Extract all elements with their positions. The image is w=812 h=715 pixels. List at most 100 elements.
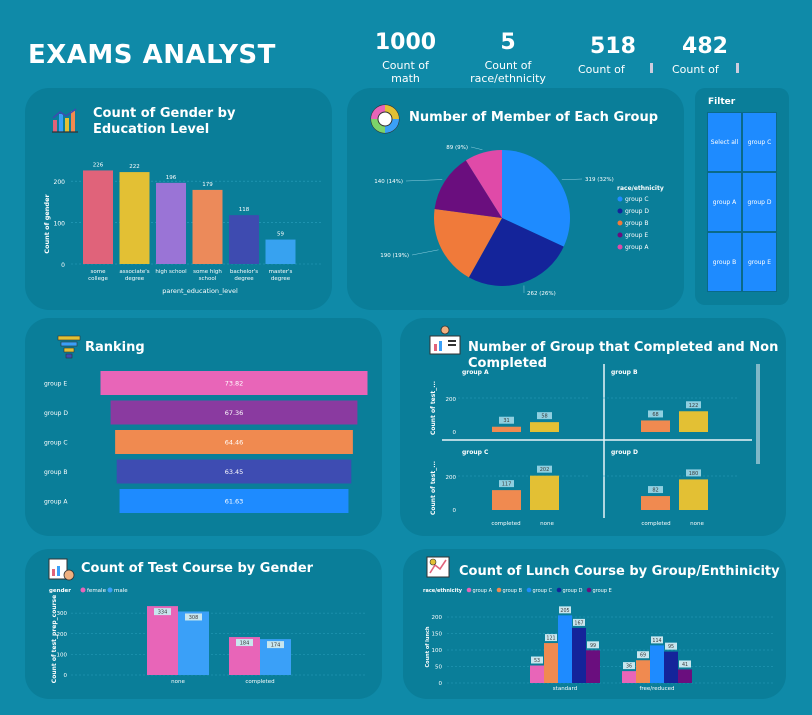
y-tick-label: 100 xyxy=(57,652,68,658)
y-axis-title: Count of gender xyxy=(43,194,51,254)
legend-marker xyxy=(526,587,532,593)
bar xyxy=(586,650,600,683)
slice-label: 140 (14%) xyxy=(374,179,403,185)
y-tick-label: 0 xyxy=(453,430,457,436)
slice-label: 89 (9%) xyxy=(446,145,468,151)
legend-title: race/ethnicity xyxy=(423,588,463,594)
data-label: 64.46 xyxy=(225,439,244,447)
slice-label: 190 (19%) xyxy=(380,253,409,259)
kpi-truncation-marker xyxy=(736,63,739,73)
bar xyxy=(178,611,209,675)
category-label: group B xyxy=(44,469,67,476)
category-label: group E xyxy=(44,381,67,388)
leader-line xyxy=(561,178,583,181)
x-tick-label: associate's degree xyxy=(119,269,149,282)
y-tick-label: 150 xyxy=(432,632,443,638)
category-label: group A xyxy=(44,499,68,506)
completed-small-multiples-chart: group A 200 0 31 58 group B 68 122 group C 200 0 11… xyxy=(430,364,760,527)
category-label: group C xyxy=(44,440,68,447)
dashboard-title: EXAMS ANALYST xyxy=(28,40,276,70)
data-label: 114 xyxy=(652,638,661,644)
y-tick-label: 0 xyxy=(453,508,457,514)
leader-line xyxy=(405,179,443,182)
gender-education-chart: 0 100 200 Count of gender 226 some college 222 a… xyxy=(43,162,321,295)
kpi-value: 5 xyxy=(500,30,516,55)
lunch-course-chart: race/ethnicity group A group B group C group… xyxy=(423,587,775,692)
data-label: 68 xyxy=(652,412,658,418)
bar xyxy=(650,645,664,683)
x-axis-title: parent_education_level xyxy=(162,287,238,295)
filter-group-c-button[interactable]: group C xyxy=(742,112,777,172)
legend-label: group D xyxy=(563,588,583,594)
legend-marker xyxy=(496,587,502,593)
kpi-truncation-marker xyxy=(650,63,653,73)
legend-label: group A xyxy=(473,588,493,594)
filter-panel: Filter Select all group C group A group … xyxy=(695,88,789,305)
legend-title: gender xyxy=(49,588,71,594)
y-tick-label: 0 xyxy=(61,262,65,269)
data-label: 31 xyxy=(503,418,509,424)
kpi-count-race: 5 Count of race/ethnicity xyxy=(452,30,564,85)
panel-title: Number of Member of Each Group xyxy=(409,110,659,125)
data-label: 73.82 xyxy=(225,380,244,388)
legend-label: male xyxy=(114,588,128,594)
data-label: 41 xyxy=(682,662,688,668)
data-label: 59 xyxy=(277,232,284,238)
y-axis-title: Count of test_prep_course xyxy=(51,595,58,683)
facet-label: group A xyxy=(462,369,489,376)
legend-marker xyxy=(107,587,113,593)
bar xyxy=(679,479,708,510)
data-label: 118 xyxy=(239,207,250,213)
data-label: 69 xyxy=(640,653,646,659)
y-axis-title: Count of test_... xyxy=(430,381,437,435)
panel-gender-education: Count of Gender by Education Level 0 100 2… xyxy=(25,88,332,310)
bar xyxy=(83,170,113,264)
facet-label: group D xyxy=(611,449,638,456)
x-tick-label: some high school xyxy=(193,269,222,282)
kpi-count-math: 1000 Count of math xyxy=(368,30,443,85)
y-tick-label: 200 xyxy=(57,632,68,638)
bar xyxy=(544,643,558,683)
y-tick-label: 200 xyxy=(446,475,457,481)
y-tick-label: 50 xyxy=(435,665,442,671)
data-label: 99 xyxy=(590,643,596,649)
filter-group-d-button[interactable]: group D xyxy=(742,172,777,232)
panel-group-members: Number of Member of Each Group 319 (32%)… xyxy=(347,88,684,310)
bar xyxy=(156,182,186,264)
data-label: 308 xyxy=(189,615,199,621)
facet-label: group B xyxy=(611,369,638,376)
bar xyxy=(664,651,678,683)
bar xyxy=(530,665,544,683)
y-tick-label: 200 xyxy=(54,179,66,186)
data-label: 202 xyxy=(540,467,550,473)
x-tick-label: completed xyxy=(491,521,520,527)
filter-group-a-button[interactable]: group A xyxy=(707,172,742,232)
legend-label: group A xyxy=(625,244,649,251)
kpi-label: Count of xyxy=(672,63,719,76)
legend-marker xyxy=(586,587,592,593)
category-label: group D xyxy=(44,410,68,417)
data-label: 63.45 xyxy=(225,468,244,476)
data-label: 117 xyxy=(502,482,512,488)
data-label: 61.63 xyxy=(225,498,244,506)
x-tick-label: bachelor's degree xyxy=(230,269,258,282)
legend-marker xyxy=(80,587,86,593)
bar xyxy=(265,239,296,264)
kpi-value: 1000 xyxy=(374,30,437,55)
legend-marker xyxy=(466,587,472,593)
legend-label: group B xyxy=(625,220,648,227)
bar xyxy=(192,189,223,264)
data-label: 226 xyxy=(93,162,104,168)
y-tick-label: 100 xyxy=(432,648,443,654)
data-label: 179 xyxy=(202,182,213,188)
legend-label: female xyxy=(87,588,107,594)
y-tick-label: 0 xyxy=(439,681,443,687)
kpi-count-female: 518 Count of xyxy=(578,30,653,76)
filter-group-b-button[interactable]: group B xyxy=(707,232,742,292)
kpi-count-male: 482 Count of xyxy=(672,30,739,76)
data-label: 180 xyxy=(689,471,699,477)
filter-select-all-button[interactable]: Select all xyxy=(707,112,742,172)
legend-marker xyxy=(556,587,562,593)
kpi-value: 482 xyxy=(682,34,728,59)
filter-group-e-button[interactable]: group E xyxy=(742,232,777,292)
